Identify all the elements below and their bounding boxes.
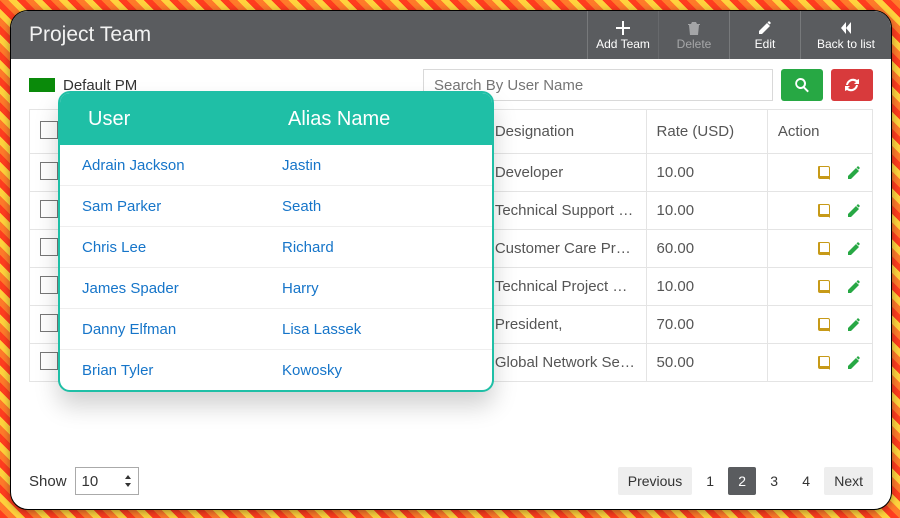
row-actions (767, 268, 872, 306)
trash-icon (686, 20, 702, 36)
page-size-select[interactable]: 10 (75, 467, 139, 495)
header-bar: Project Team Add Team Delete Edit Back t… (11, 11, 891, 59)
page-1-button[interactable]: 1 (696, 467, 724, 495)
edit-row-icon[interactable] (846, 317, 862, 333)
show-label: Show (29, 473, 67, 490)
col-action: Action (767, 110, 872, 154)
book-icon[interactable] (816, 317, 832, 333)
next-page-button[interactable]: Next (824, 467, 873, 495)
refresh-icon (844, 77, 860, 93)
page-size-value: 10 (82, 473, 99, 490)
row-rate: 10.00 (646, 192, 767, 230)
row-rate: 70.00 (646, 306, 767, 344)
plus-icon (615, 20, 631, 36)
user-alias-popover: User Alias Name Adrain JacksonJastinSam … (58, 91, 494, 392)
table-footer: Show 10 Previous 1234 Next (11, 459, 891, 509)
checkbox-icon[interactable] (40, 200, 58, 218)
book-icon[interactable] (816, 241, 832, 257)
back-to-list-button[interactable]: Back to list (800, 11, 891, 59)
add-team-button[interactable]: Add Team (587, 11, 658, 59)
row-actions (767, 344, 872, 382)
edit-row-icon[interactable] (846, 355, 862, 371)
popover-user[interactable]: Danny Elfman (60, 321, 282, 338)
row-designation: Global Network Servic.. (484, 344, 646, 382)
popover-alias[interactable]: Kowosky (282, 362, 492, 379)
page-title: Project Team (11, 11, 587, 59)
pencil-icon (757, 20, 773, 36)
checkbox-icon[interactable] (40, 352, 58, 370)
checkbox-icon[interactable] (40, 314, 58, 332)
table-wrapper: User Alias Name Designation Rate (USD) A… (11, 101, 891, 459)
book-icon[interactable] (816, 203, 832, 219)
row-actions (767, 154, 872, 192)
row-rate: 50.00 (646, 344, 767, 382)
delete-button[interactable]: Delete (658, 11, 729, 59)
pagination: Previous 1234 Next (618, 467, 873, 495)
delete-label: Delete (677, 37, 712, 51)
refresh-button[interactable] (831, 69, 873, 101)
popover-user[interactable]: Adrain Jackson (60, 157, 282, 174)
popover-alias[interactable]: Harry (282, 280, 492, 297)
book-icon[interactable] (816, 355, 832, 371)
back-label: Back to list (817, 37, 875, 51)
popover-row[interactable]: Brian TylerKowosky (60, 349, 492, 390)
book-icon[interactable] (816, 165, 832, 181)
stepper-icon (124, 475, 132, 487)
popover-alias[interactable]: Richard (282, 239, 492, 256)
col-designation[interactable]: Designation (484, 110, 646, 154)
popover-col-user: User (60, 108, 288, 131)
search-icon (794, 77, 810, 93)
checkbox-icon[interactable] (40, 121, 58, 139)
popover-header: User Alias Name (60, 93, 492, 145)
edit-button[interactable]: Edit (729, 11, 800, 59)
checkbox-icon[interactable] (40, 162, 58, 180)
popover-user[interactable]: Chris Lee (60, 239, 282, 256)
popover-row[interactable]: Sam ParkerSeath (60, 185, 492, 226)
edit-row-icon[interactable] (846, 279, 862, 295)
row-designation: Technical Support Spe.. (484, 192, 646, 230)
checkbox-icon[interactable] (40, 276, 58, 294)
popover-user[interactable]: James Spader (60, 280, 282, 297)
popover-col-alias: Alias Name (288, 108, 492, 131)
prev-page-button[interactable]: Previous (618, 467, 692, 495)
popover-alias[interactable]: Lisa Lassek (282, 321, 492, 338)
row-designation: Customer Care Profes.. (484, 230, 646, 268)
book-icon[interactable] (816, 279, 832, 295)
chevrons-left-icon (838, 20, 854, 36)
popover-row[interactable]: Adrain JacksonJastin (60, 145, 492, 185)
checkbox-icon[interactable] (40, 238, 58, 256)
page-3-button[interactable]: 3 (760, 467, 788, 495)
row-actions (767, 306, 872, 344)
row-rate: 10.00 (646, 268, 767, 306)
project-team-card: Project Team Add Team Delete Edit Back t… (10, 10, 892, 510)
row-designation: President, (484, 306, 646, 344)
row-rate: 10.00 (646, 154, 767, 192)
popover-user[interactable]: Sam Parker (60, 198, 282, 215)
default-pm-swatch (29, 78, 55, 92)
add-team-label: Add Team (596, 37, 650, 51)
edit-label: Edit (755, 37, 776, 51)
col-rate[interactable]: Rate (USD) (646, 110, 767, 154)
search-button[interactable] (781, 69, 823, 101)
row-rate: 60.00 (646, 230, 767, 268)
row-actions (767, 230, 872, 268)
page-2-button[interactable]: 2 (728, 467, 756, 495)
popover-user[interactable]: Brian Tyler (60, 362, 282, 379)
row-designation: Developer (484, 154, 646, 192)
popover-alias[interactable]: Seath (282, 198, 492, 215)
popover-alias[interactable]: Jastin (282, 157, 492, 174)
row-designation: Technical Project Man.. (484, 268, 646, 306)
row-actions (767, 192, 872, 230)
edit-row-icon[interactable] (846, 165, 862, 181)
page-4-button[interactable]: 4 (792, 467, 820, 495)
edit-row-icon[interactable] (846, 241, 862, 257)
popover-row[interactable]: Chris LeeRichard (60, 226, 492, 267)
popover-row[interactable]: James SpaderHarry (60, 267, 492, 308)
edit-row-icon[interactable] (846, 203, 862, 219)
popover-row[interactable]: Danny ElfmanLisa Lassek (60, 308, 492, 349)
